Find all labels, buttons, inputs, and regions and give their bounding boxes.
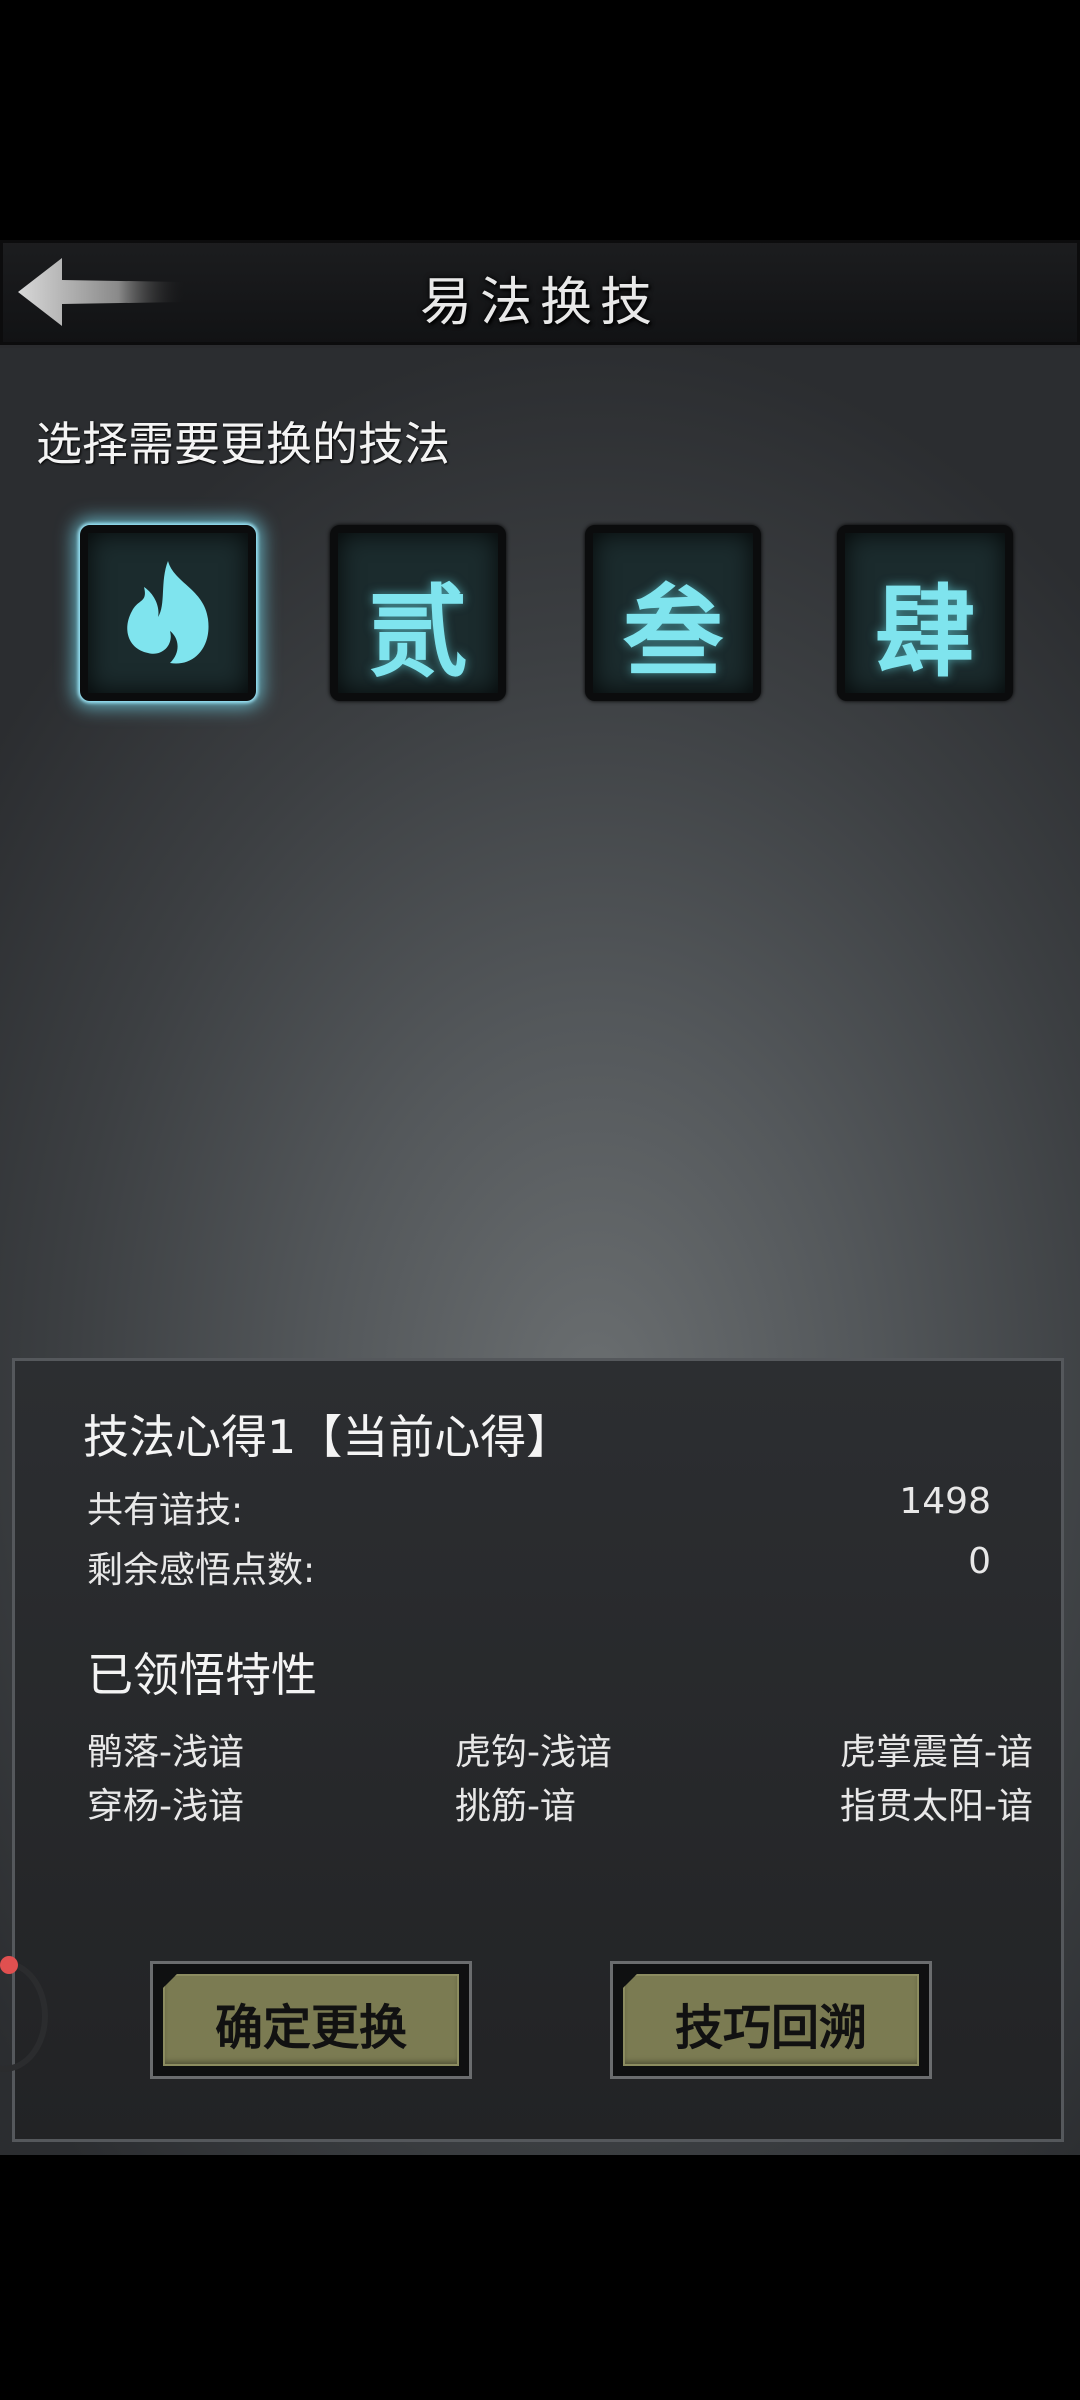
- technique-slot-3[interactable]: 叁: [585, 525, 761, 701]
- stat-value-points: 0: [968, 1541, 991, 1582]
- screen: 易法换技 选择需要更换的技法 贰 叁 肆 技法心得1【当前心得】 共有谙技: 1…: [0, 240, 1080, 2155]
- title-bar: 易法换技: [0, 240, 1080, 348]
- trait-item: 指贯太阳-谙: [840, 1786, 1033, 1827]
- trait-item: 挑筋-谙: [455, 1786, 576, 1827]
- notification-dot: [0, 1956, 18, 1974]
- stat-label-points: 剩余感悟点数:: [87, 1550, 316, 1591]
- panel-title: 技法心得1【当前心得】: [83, 1410, 573, 1464]
- info-panel: 技法心得1【当前心得】 共有谙技: 1498 剩余感悟点数: 0 已领悟特性 鹘…: [12, 1358, 1064, 2142]
- trait-item: 虎掌震首-谙: [840, 1732, 1033, 1773]
- page-title: 易法换技: [419, 273, 660, 333]
- technique-slot-4[interactable]: 肆: [837, 525, 1013, 701]
- slot-2-label: 贰: [368, 573, 468, 691]
- trait-item: 鹘落-浅谙: [87, 1732, 244, 1773]
- technique-slot-2[interactable]: 贰: [330, 525, 506, 701]
- stat-value-skills: 1498: [899, 1481, 991, 1522]
- technique-slot-1[interactable]: [80, 525, 256, 701]
- stat-label-skills: 共有谙技:: [87, 1490, 244, 1531]
- flame-icon: [127, 561, 209, 664]
- confirm-replace-label: 确定更换: [214, 2000, 407, 2056]
- confirm-replace-button[interactable]: 确定更换: [150, 1961, 472, 2079]
- section-label: 选择需要更换的技法: [36, 417, 450, 471]
- slot-3-label: 叁: [623, 573, 723, 691]
- trait-item: 虎钩-浅谙: [455, 1732, 612, 1773]
- slot-4-label: 肆: [875, 573, 975, 691]
- skill-revert-button[interactable]: 技巧回溯: [610, 1961, 932, 2079]
- trait-item: 穿杨-浅谙: [87, 1786, 244, 1827]
- traits-title: 已领悟特性: [87, 1648, 317, 1702]
- skill-revert-label: 技巧回溯: [674, 2000, 867, 2056]
